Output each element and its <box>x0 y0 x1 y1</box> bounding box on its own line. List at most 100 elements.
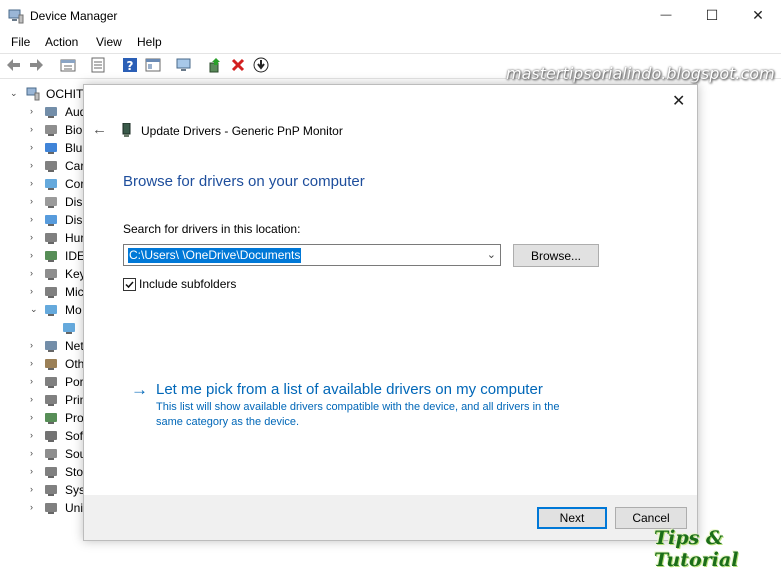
update-drivers-dialog: ✕ ← Update Drivers - Generic PnP Monitor… <box>83 84 698 541</box>
storage-icon <box>45 467 57 478</box>
expand-arrow-icon[interactable]: › <box>30 412 33 422</box>
tree-item[interactable]: › Disp <box>0 211 89 229</box>
expand-arrow-icon[interactable]: › <box>30 358 33 368</box>
right-arrow-icon[interactable]: → <box>131 380 148 400</box>
expand-arrow-icon[interactable]: › <box>30 106 33 116</box>
expand-arrow-icon[interactable]: › <box>30 394 33 404</box>
forward-icon[interactable] <box>28 57 44 73</box>
driver-path-value[interactable]: C:\Users\ \OneDrive\Documents <box>128 248 302 263</box>
menu-action[interactable]: Action <box>45 35 78 49</box>
expand-arrow-icon[interactable]: › <box>30 376 33 386</box>
expand-arrow-icon[interactable]: › <box>30 466 33 476</box>
tree-item[interactable]: › Por <box>0 373 84 391</box>
expand-arrow-icon[interactable]: › <box>30 142 33 152</box>
tree-item[interactable]: › Syst <box>0 481 88 499</box>
tree-item[interactable]: › Pro <box>0 409 84 427</box>
expand-arrow-icon[interactable]: › <box>30 196 33 206</box>
tree-item[interactable]: › Sou <box>0 445 86 463</box>
tree-item[interactable]: › Disl <box>0 193 85 211</box>
system-icon <box>45 485 57 496</box>
tree-item[interactable]: › Aud <box>0 103 86 121</box>
tree-item[interactable]: › Hur <box>0 229 84 247</box>
cancel-button[interactable]: Cancel <box>615 507 687 529</box>
camera-icon <box>45 161 57 172</box>
chevron-down-icon[interactable]: ⌄ <box>487 248 496 261</box>
expand-arrow-icon[interactable]: › <box>30 448 33 458</box>
include-subfolders-checkbox[interactable] <box>123 278 136 291</box>
dialog-close-icon[interactable]: ✕ <box>672 91 685 111</box>
device-manager-icon <box>8 9 24 24</box>
properties-icon[interactable] <box>60 57 76 73</box>
expand-arrow-icon[interactable]: › <box>30 430 33 440</box>
update-driver-icon[interactable] <box>207 57 223 73</box>
monitor-scan-icon[interactable] <box>176 57 192 73</box>
maximize-button[interactable]: ☐ <box>689 0 735 30</box>
tree-item[interactable]: › Sto <box>0 463 83 481</box>
monitor-device-icon <box>122 123 131 137</box>
expand-arrow-icon[interactable]: › <box>30 214 33 224</box>
software-icon <box>45 431 57 442</box>
download-icon[interactable] <box>253 57 269 73</box>
next-button[interactable]: Next <box>537 507 607 529</box>
expand-arrow-icon[interactable]: › <box>30 340 33 350</box>
pick-driver-link[interactable]: Let me pick from a list of available dri… <box>156 381 543 398</box>
driver-path-combobox[interactable]: C:\Users\ \OneDrive\Documents ⌄ <box>123 244 501 266</box>
tree-item[interactable]: › Prin <box>0 391 86 409</box>
expand-arrow-icon[interactable]: › <box>30 268 33 278</box>
expand-arrow-icon[interactable]: › <box>30 178 33 188</box>
tree-item[interactable]: › Bio <box>0 121 82 139</box>
browse-button[interactable]: Browse... <box>513 244 599 267</box>
tree-root[interactable]: ⌄ OCHIT <box>0 85 84 103</box>
processor-icon <box>45 413 57 424</box>
tree-item[interactable]: › Soft <box>0 427 86 445</box>
window-title: Device Manager <box>30 9 118 23</box>
help-icon[interactable]: ? <box>122 57 138 73</box>
uninstall-icon[interactable] <box>230 57 246 73</box>
tree-item[interactable]: › IDE <box>0 247 85 265</box>
expand-arrow-icon[interactable]: › <box>30 286 33 296</box>
network-icon <box>45 341 57 352</box>
tree-item[interactable]: › Key <box>0 265 86 283</box>
tree-item-label: Disl <box>65 195 85 209</box>
tree-item[interactable]: › Net <box>0 337 84 355</box>
bluetooth-icon <box>45 143 57 154</box>
tree-item[interactable]: ⌄ Mo <box>0 301 82 319</box>
audio-icon <box>45 107 57 118</box>
expand-arrow-icon[interactable]: › <box>30 502 33 512</box>
collapse-arrow-icon[interactable]: ⌄ <box>30 304 38 315</box>
expand-arrow-icon[interactable]: › <box>30 232 33 242</box>
expand-arrow-icon[interactable]: › <box>30 250 33 260</box>
tree-item[interactable]: › Oth <box>0 355 84 373</box>
mouse-icon <box>45 287 57 298</box>
tree-item-label: Mic <box>65 285 84 299</box>
expand-arrow-icon[interactable]: › <box>30 124 33 134</box>
other-icon <box>45 359 57 370</box>
menu-view[interactable]: View <box>96 35 122 49</box>
view-icon[interactable] <box>90 57 106 73</box>
menu-bar: File Action View Help <box>0 32 781 52</box>
expand-arrow-icon[interactable]: › <box>30 484 33 494</box>
collapse-arrow-icon[interactable]: ⌄ <box>10 88 18 99</box>
keyboard-icon <box>45 269 57 280</box>
expand-arrow-icon[interactable]: › <box>30 160 33 170</box>
tree-item[interactable]: › Car <box>0 157 84 175</box>
menu-help[interactable]: Help <box>137 35 162 49</box>
tree-item[interactable]: › Mic <box>0 283 84 301</box>
tree-root-label: OCHIT <box>46 87 84 101</box>
tree-item-label: Net <box>65 339 84 353</box>
minimize-icon: — <box>660 9 672 21</box>
tree-item[interactable]: › Blu <box>0 139 82 157</box>
tree-item-label: Cor <box>65 177 85 191</box>
tree-item-label: Pro <box>65 411 84 425</box>
tree-item[interactable]: › Uni <box>0 499 83 517</box>
pick-driver-desc-line2: same category as the device. <box>156 416 300 428</box>
tree-item[interactable]: › Cor <box>0 175 85 193</box>
back-arrow-icon[interactable]: ← <box>92 121 107 138</box>
display-icon <box>45 215 57 226</box>
console-icon[interactable] <box>145 57 161 73</box>
minimize-button[interactable]: — <box>643 0 689 30</box>
close-button[interactable]: ✕ <box>735 0 781 30</box>
back-icon[interactable] <box>6 57 22 73</box>
title-bar: Device Manager — ☐ ✕ <box>0 0 781 32</box>
menu-file[interactable]: File <box>11 35 30 49</box>
